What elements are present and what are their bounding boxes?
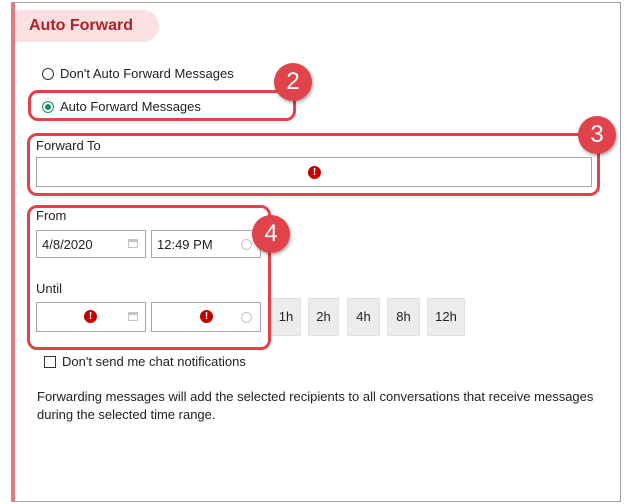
chat-notifications-label: Don't send me chat notifications: [62, 354, 246, 369]
radio-dont-forward-circle[interactable]: [42, 67, 54, 80]
radio-dont-forward-label: Don't Auto Forward Messages: [60, 66, 234, 81]
radio-auto-forward-label: Auto Forward Messages: [60, 99, 201, 114]
callout-2-badge: 2: [274, 63, 312, 101]
error-icon: !: [84, 310, 97, 323]
duration-2h-button[interactable]: 2h: [308, 298, 339, 336]
radio-auto-forward-circle[interactable]: [42, 100, 54, 113]
section-title: Auto Forward: [15, 10, 159, 42]
calendar-icon[interactable]: [128, 312, 138, 321]
duration-4h-button[interactable]: 4h: [347, 298, 380, 336]
calendar-icon[interactable]: [128, 239, 138, 248]
radio-auto-forward[interactable]: Auto Forward Messages: [42, 99, 201, 114]
from-label: From: [36, 208, 67, 223]
until-label: Until: [36, 281, 63, 296]
clock-icon[interactable]: [241, 312, 252, 323]
from-date-value: 4/8/2020: [42, 237, 93, 252]
duration-1h-button[interactable]: 1h: [271, 298, 301, 336]
clock-icon[interactable]: [241, 239, 252, 250]
from-date-input[interactable]: 4/8/2020: [36, 230, 146, 258]
forward-to-input[interactable]: !: [36, 157, 592, 187]
forward-to-label: Forward To: [36, 138, 101, 153]
from-time-input[interactable]: 12:49 PM: [151, 230, 261, 258]
duration-12h-button[interactable]: 12h: [427, 298, 465, 336]
error-icon: !: [200, 310, 213, 323]
until-time-input[interactable]: !: [151, 302, 261, 332]
duration-8h-button[interactable]: 8h: [387, 298, 420, 336]
chat-notifications-checkbox[interactable]: [44, 356, 56, 368]
from-time-value: 12:49 PM: [157, 237, 213, 252]
callout-4-badge: 4: [252, 215, 290, 253]
forwarding-note: Forwarding messages will add the selecte…: [37, 389, 594, 422]
error-icon: !: [308, 166, 321, 179]
callout-3-badge: 3: [578, 116, 616, 154]
until-date-input[interactable]: !: [36, 302, 146, 332]
radio-dont-forward[interactable]: Don't Auto Forward Messages: [42, 66, 234, 81]
